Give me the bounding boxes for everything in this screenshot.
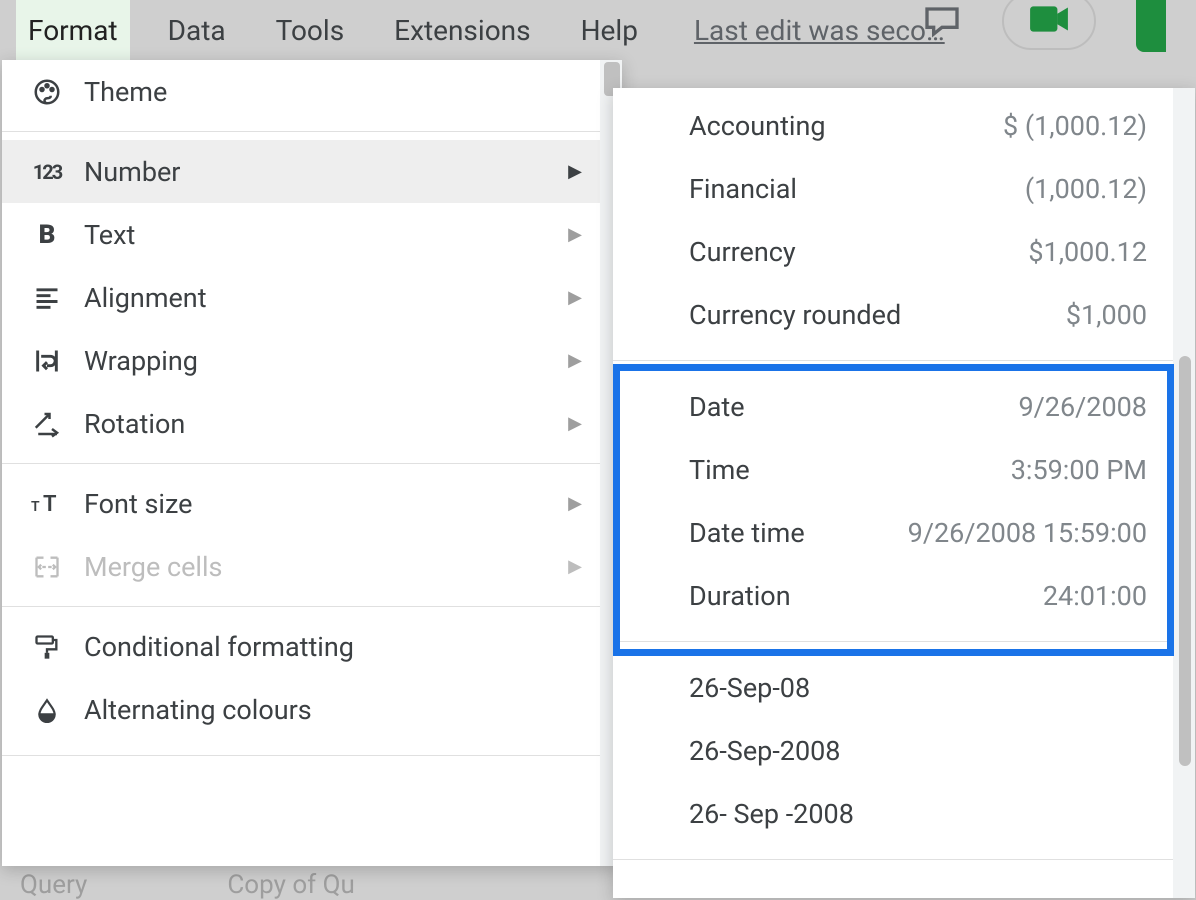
menu-data[interactable]: Data xyxy=(156,0,238,61)
topright-controls xyxy=(922,0,1166,52)
format-option-duration[interactable]: Duration 24:01:00 xyxy=(613,564,1195,627)
menu-label: Wrapping xyxy=(84,345,568,377)
merge-cells-icon xyxy=(30,550,64,584)
format-option-date[interactable]: Date 9/26/2008 xyxy=(613,375,1195,438)
menu-label: Merge cells xyxy=(84,551,568,583)
separator xyxy=(2,463,622,464)
format-example: (1,000.12) xyxy=(1025,173,1147,205)
format-example: $1,000.12 xyxy=(1028,236,1147,268)
scrollbar-track[interactable] xyxy=(1173,88,1195,898)
menu-item-conditional-formatting[interactable]: Conditional formatting xyxy=(2,615,622,678)
format-label: Time xyxy=(689,454,750,486)
align-icon xyxy=(30,281,64,315)
menu-label: Alternating colours xyxy=(84,694,582,726)
menu-item-wrapping[interactable]: Wrapping ▶ xyxy=(2,329,622,392)
menu-extensions[interactable]: Extensions xyxy=(382,0,542,61)
separator xyxy=(2,606,622,607)
menu-label: Theme xyxy=(84,76,582,108)
menubar: Format Data Tools Extensions Help Last e… xyxy=(0,0,1196,60)
format-label: 26- Sep -2008 xyxy=(689,798,854,830)
format-example: $ (1,000.12) xyxy=(1003,110,1147,142)
scrollbar-thumb[interactable] xyxy=(1179,356,1191,766)
chevron-right-icon: ▶ xyxy=(568,287,582,308)
number-format-submenu: Accounting $ (1,000.12) Financial (1,000… xyxy=(613,88,1195,898)
format-example: 3:59:00 PM xyxy=(1011,454,1147,486)
format-option-currency[interactable]: Currency $1,000.12 xyxy=(613,220,1195,283)
menu-item-merge-cells: Merge cells ▶ xyxy=(2,535,622,598)
menu-tools[interactable]: Tools xyxy=(264,0,357,61)
font-size-icon: TT xyxy=(30,487,64,521)
format-label: Financial xyxy=(689,173,797,205)
rotation-icon xyxy=(30,407,64,441)
comment-icon[interactable] xyxy=(922,0,962,43)
format-label: Date xyxy=(689,391,745,423)
palette-icon xyxy=(30,75,64,109)
format-label: Duration xyxy=(689,580,791,612)
svg-text:T: T xyxy=(31,499,40,515)
chevron-right-icon: ▶ xyxy=(568,350,582,371)
format-example: 24:01:00 xyxy=(1043,580,1147,612)
format-option-custom-date-3[interactable]: 26- Sep -2008 xyxy=(613,782,1195,845)
sheet-tabs-background: Query Copy of Qu xyxy=(0,864,620,900)
number-123-icon: 123 xyxy=(30,155,64,189)
format-option-financial[interactable]: Financial (1,000.12) xyxy=(613,157,1195,220)
bold-icon: B xyxy=(30,218,64,252)
wrap-icon xyxy=(30,344,64,378)
format-example: 9/26/2008 xyxy=(1018,391,1147,423)
share-button[interactable] xyxy=(1136,0,1166,52)
separator xyxy=(2,755,622,756)
separator xyxy=(613,360,1195,361)
chevron-right-icon: ▶ xyxy=(568,224,582,245)
menu-item-number[interactable]: 123 Number ▶ xyxy=(2,140,622,203)
chevron-right-icon: ▶ xyxy=(568,556,582,577)
format-label: Accounting xyxy=(689,110,826,142)
menu-item-rotation[interactable]: Rotation ▶ xyxy=(2,392,622,455)
menu-format[interactable]: Format xyxy=(16,0,130,61)
menu-label: Alignment xyxy=(84,282,568,314)
format-label: Currency rounded xyxy=(689,299,901,331)
droplet-icon xyxy=(30,693,64,727)
format-option-date-time[interactable]: Date time 9/26/2008 15:59:00 xyxy=(613,501,1195,564)
svg-text:T: T xyxy=(43,492,57,517)
format-label: 26-Sep-08 xyxy=(689,672,810,704)
separator xyxy=(613,859,1195,860)
last-edit-link[interactable]: Last edit was seco… xyxy=(694,14,945,47)
menu-item-alignment[interactable]: Alignment ▶ xyxy=(2,266,622,329)
paint-roller-icon xyxy=(30,630,64,664)
format-dropdown: Theme 123 Number ▶ B Text ▶ Alignment ▶ … xyxy=(2,60,622,866)
format-label: Currency xyxy=(689,236,796,268)
menu-help[interactable]: Help xyxy=(569,0,650,61)
format-option-accounting[interactable]: Accounting $ (1,000.12) xyxy=(613,94,1195,157)
menu-label: Conditional formatting xyxy=(84,631,582,663)
menu-label: Text xyxy=(84,219,568,251)
menu-label: Number xyxy=(84,156,568,188)
separator xyxy=(2,131,622,132)
menu-label: Rotation xyxy=(84,408,568,440)
chevron-right-icon: ▶ xyxy=(568,493,582,514)
menu-item-alternating-colours[interactable]: Alternating colours xyxy=(2,678,622,741)
meet-button[interactable] xyxy=(1002,0,1096,50)
menu-label: Font size xyxy=(84,488,568,520)
format-option-time[interactable]: Time 3:59:00 PM xyxy=(613,438,1195,501)
chevron-right-icon: ▶ xyxy=(568,413,582,434)
format-example: $1,000 xyxy=(1066,299,1147,331)
separator xyxy=(613,641,1195,642)
format-label: Date time xyxy=(689,517,805,549)
format-example: 9/26/2008 15:59:00 xyxy=(908,517,1147,549)
format-label: 26-Sep-2008 xyxy=(689,735,840,767)
menu-item-font-size[interactable]: TT Font size ▶ xyxy=(2,472,622,535)
chevron-right-icon: ▶ xyxy=(568,161,582,182)
format-option-currency-rounded[interactable]: Currency rounded $1,000 xyxy=(613,283,1195,346)
menu-item-theme[interactable]: Theme xyxy=(2,60,622,123)
format-option-custom-date-2[interactable]: 26-Sep-2008 xyxy=(613,719,1195,782)
format-option-custom-date-1[interactable]: 26-Sep-08 xyxy=(613,656,1195,719)
menu-item-text[interactable]: B Text ▶ xyxy=(2,203,622,266)
